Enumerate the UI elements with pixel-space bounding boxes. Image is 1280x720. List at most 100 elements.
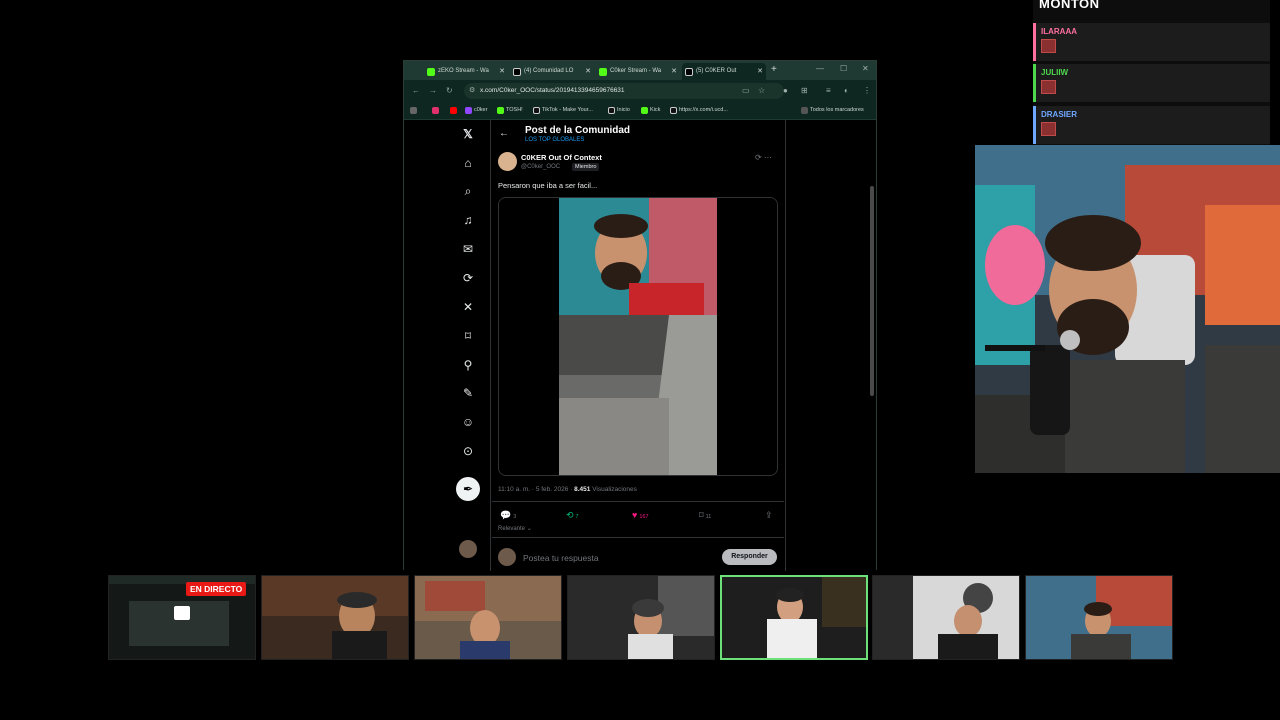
forward-icon[interactable]: → (429, 86, 437, 95)
post-video[interactable] (498, 197, 778, 476)
x-page: 𝕏 ⌂ ⌕ ♫ ✉ ⟳ ✕ ⌑ ⚲ ✎ ☺ ⊙ ✒ ← Post de la C… (404, 120, 876, 571)
tab-label: C0ker Stream - Wa (610, 68, 662, 74)
install-icon[interactable]: ▭ (742, 86, 750, 95)
share-button[interactable]: ⇪ (765, 510, 773, 521)
close-icon[interactable]: ✕ (671, 67, 677, 75)
reply-input[interactable]: Postea tu respuesta (523, 553, 599, 563)
sort-dropdown[interactable]: Relevante ⌄ (498, 525, 532, 532)
leaderboard-name: ILARAAA (1041, 27, 1077, 36)
leaderboard-entry: DRASIER (1033, 106, 1270, 144)
site-info-icon[interactable]: ⚙ (469, 86, 475, 94)
puzzle-icon[interactable]: ⊞ (801, 86, 808, 95)
profile-icon[interactable]: ◐ (844, 86, 849, 95)
post-text: Pensaron que iba a ser facil... (498, 181, 598, 190)
back-arrow-icon[interactable]: ← (499, 128, 509, 139)
extension-icon[interactable]: ● (783, 86, 788, 95)
share-icon: ⇪ (765, 510, 773, 520)
webcam-feed (975, 145, 1280, 473)
views-label: Visualizaciones (592, 486, 637, 493)
browser-tab[interactable]: (4) Comunidad LO ✕ (510, 63, 594, 80)
leaderboard-title: MONTON (1039, 0, 1100, 11)
stream-thumbnail[interactable] (261, 575, 409, 660)
view-count: 8.451 (574, 486, 591, 493)
home-icon[interactable]: ⌂ (461, 156, 475, 170)
grok-icon[interactable]: ⟳ (461, 271, 475, 285)
bookmark-item[interactable]: c0ker (465, 107, 487, 114)
bookmark-button[interactable]: ⌑ 11 (699, 510, 711, 521)
browser-tab[interactable]: C0ker Stream - Wa ✕ (596, 63, 680, 80)
close-icon[interactable]: ✕ (585, 67, 591, 75)
leaderboard-entry: ILARAAA (1033, 23, 1270, 61)
stream-thumbnail[interactable] (567, 575, 715, 660)
address-bar-row: ← → ↻ ⚙ x.com/C0ker_OOC/status/201941339… (404, 80, 876, 102)
bookmark-item[interactable]: Kick (641, 107, 660, 114)
page-title: Post de la Comunidad (525, 125, 631, 136)
new-tab-button[interactable]: + (771, 64, 777, 75)
star-icon[interactable]: ☆ (758, 86, 765, 95)
bookmark-item[interactable]: TOSH! (497, 107, 523, 114)
browser-tab[interactable]: zEKO Stream - Wa ✕ (424, 63, 508, 80)
author-handle[interactable]: @C0ker_OOC (521, 164, 560, 170)
bookmarks-icon[interactable]: ⌑ (461, 329, 475, 343)
kick-icon (427, 68, 435, 76)
heart-icon: ♥ (632, 510, 638, 520)
like-button[interactable]: ♥ 167 (632, 510, 649, 520)
avatar[interactable] (459, 540, 477, 558)
grok-icon[interactable]: ⟳ ⋯ (755, 153, 772, 162)
avatar (1041, 122, 1056, 136)
tab-label: zEKO Stream - Wa (438, 68, 489, 74)
minimize-icon[interactable]: — (816, 64, 824, 73)
avatar[interactable] (498, 152, 517, 171)
notifications-icon[interactable]: ♫ (461, 213, 475, 227)
reload-icon[interactable]: ↻ (446, 86, 453, 95)
address-bar[interactable]: ⚙ x.com/C0ker_OOC/status/201941339465967… (464, 83, 784, 99)
avatar (1041, 80, 1056, 94)
menu-icon[interactable]: ⋮ (863, 86, 871, 95)
bookmark-item[interactable]: TikTok - Make Your... (533, 107, 593, 114)
tab-label: (4) Comunidad LO (524, 68, 574, 74)
messages-icon[interactable]: ✉ (461, 242, 475, 256)
avatar (1041, 39, 1056, 53)
close-icon[interactable]: ✕ (757, 67, 763, 75)
premium-icon[interactable]: ✕ (461, 300, 475, 314)
url-text: x.com/C0ker_OOC/status/20194133946596766… (480, 87, 625, 94)
post-stats: 11:10 a. m. · 5 feb. 2026 · 8.451 Visual… (498, 486, 637, 493)
all-bookmarks[interactable]: Todos los marcadores (801, 107, 864, 114)
post-timestamp[interactable]: 11:10 a. m. · 5 feb. 2026 · (498, 486, 572, 493)
reply-icon: 💬 (500, 510, 512, 520)
x-logo-icon[interactable]: 𝕏 (461, 127, 475, 141)
scrollbar[interactable] (870, 186, 874, 396)
more-icon[interactable]: ⊙ (461, 444, 475, 458)
bookmark-icon: ⌑ (699, 510, 704, 520)
stream-thumbnail[interactable] (414, 575, 562, 660)
x-icon (513, 68, 521, 76)
community-link[interactable]: LOS TOP GLOBALES (525, 137, 584, 143)
reply-submit-button[interactable]: Responder (722, 549, 777, 565)
maximize-icon[interactable]: ☐ (840, 64, 847, 73)
author-name[interactable]: C0KER Out Of Context (521, 153, 602, 162)
browser-tab-active[interactable]: (5) C0KER Out ✕ (682, 63, 766, 80)
browser-window: zEKO Stream - Wa ✕ (4) Comunidad LO ✕ C0… (403, 60, 877, 571)
media-icon[interactable]: ≡ (826, 86, 831, 95)
communities-icon[interactable]: ✎ (461, 386, 475, 400)
close-window-icon[interactable]: ✕ (862, 64, 869, 73)
profile-icon[interactable]: ☺ (461, 415, 475, 429)
leaderboard-name: DRASIER (1041, 110, 1078, 119)
leaderboard-entry: JULIIW (1033, 64, 1270, 102)
avatar (498, 548, 516, 566)
back-icon[interactable]: ← (412, 86, 420, 95)
repost-button[interactable]: ⟲ 7 (566, 510, 579, 521)
close-icon[interactable]: ✕ (499, 67, 505, 75)
stream-thumbnail[interactable] (872, 575, 1020, 660)
bookmark-item[interactable]: https://x.com/i.ucd... (670, 107, 728, 114)
stream-thumbnail[interactable] (1025, 575, 1173, 660)
bookmark-item[interactable]: Inicio (608, 107, 630, 114)
jobs-icon[interactable]: ⚲ (461, 358, 475, 372)
search-icon[interactable]: ⌕ (461, 184, 475, 198)
kick-icon (599, 68, 607, 76)
reply-button[interactable]: 💬 3 (500, 510, 516, 521)
live-badge: EN DIRECTO (186, 582, 247, 596)
compose-post-button[interactable]: ✒ (456, 477, 480, 501)
x-icon (685, 68, 693, 76)
stream-thumbnail-selected[interactable] (720, 575, 868, 660)
